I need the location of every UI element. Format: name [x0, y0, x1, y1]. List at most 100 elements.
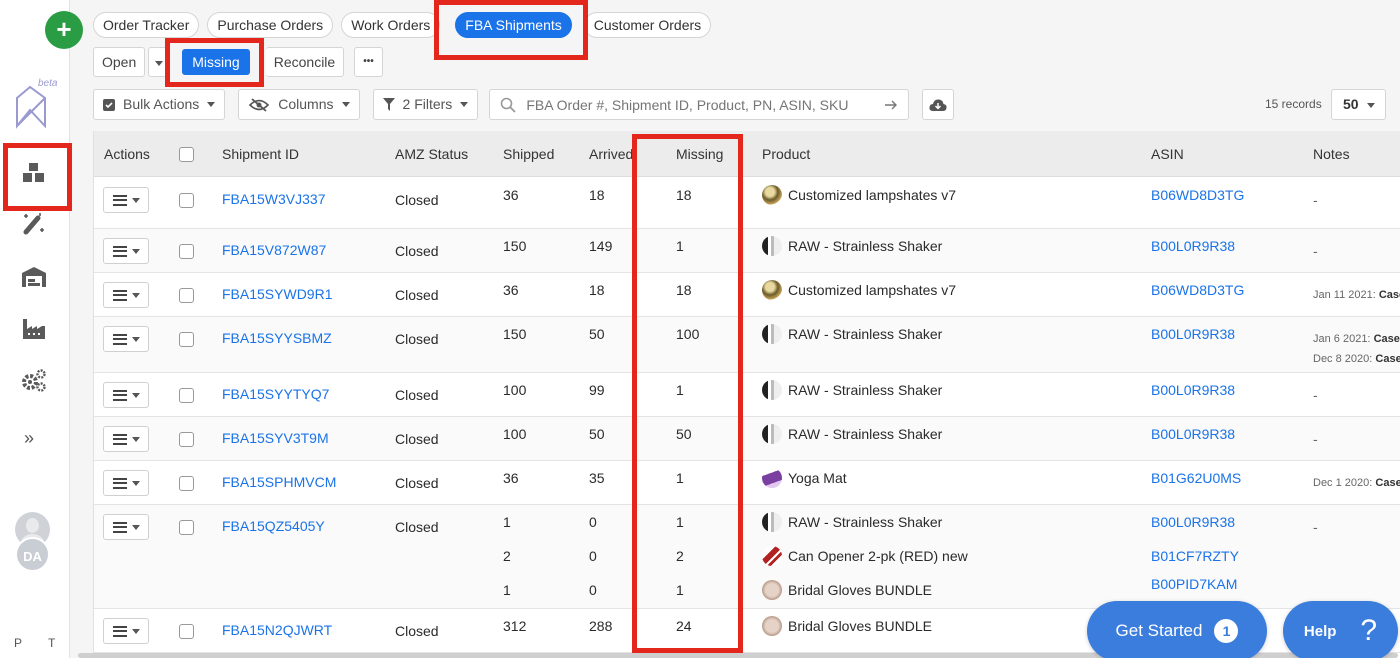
asin-link[interactable]: B06WD8D3TG: [1151, 187, 1244, 203]
product-cell[interactable]: RAW - Strainless Shaker: [762, 236, 942, 256]
tab-work-orders[interactable]: Work Orders: [341, 12, 441, 38]
row-actions-button[interactable]: [103, 618, 149, 644]
table-row[interactable]: FBA15SYV3T9M Closed 100 50 50 RAW - Strainles…: [94, 417, 1400, 461]
help-button[interactable]: Help ?: [1283, 601, 1398, 658]
shipment-id-link[interactable]: FBA15W3VJ337: [222, 191, 326, 207]
asin-link[interactable]: B00L0R9R38: [1151, 426, 1235, 442]
sidebar-item-warehouse[interactable]: [16, 262, 52, 292]
header-notes[interactable]: Notes: [1313, 146, 1350, 162]
row-checkbox[interactable]: [179, 624, 194, 639]
asin-link[interactable]: B00L0R9R38: [1151, 382, 1235, 398]
row-checkbox[interactable]: [179, 388, 194, 403]
row-actions-button[interactable]: [103, 470, 149, 496]
add-new-button[interactable]: +: [45, 11, 83, 49]
bulk-actions-button[interactable]: Bulk Actions: [93, 89, 226, 120]
shipment-id-link[interactable]: FBA15V872W87: [222, 242, 326, 258]
row-checkbox[interactable]: [179, 432, 194, 447]
shipment-id-link[interactable]: FBA15N2QJWRT: [222, 622, 332, 638]
shipment-id-link[interactable]: FBA15QZ5405Y: [222, 518, 325, 534]
open-status-button[interactable]: Open: [93, 47, 146, 77]
row-actions-button[interactable]: [103, 514, 149, 540]
search-input[interactable]: [526, 96, 875, 113]
shipment-id-link[interactable]: FBA15SPHMVCM: [222, 474, 336, 490]
product-cell[interactable]: Customized lampshates v7: [762, 280, 956, 300]
product-cell[interactable]: Customized lampshates v7: [762, 185, 956, 205]
download-button[interactable]: [922, 89, 955, 120]
product-cell[interactable]: RAW - Strainless Shaker: [762, 512, 942, 532]
product-cell[interactable]: RAW - Strainless Shaker: [762, 324, 942, 344]
product-cell[interactable]: Bridal Gloves BUNDLE: [762, 616, 932, 636]
shipment-id-link[interactable]: FBA15SYYTYQ7: [222, 386, 329, 402]
row-checkbox[interactable]: [179, 332, 194, 347]
header-arrived[interactable]: Arrived: [589, 146, 633, 162]
shipment-id-link[interactable]: FBA15SYV3T9M: [222, 430, 329, 446]
asin-link[interactable]: B00PID7KAM: [1151, 576, 1237, 592]
app-logo[interactable]: beta: [12, 78, 60, 130]
product-cell[interactable]: Bridal Gloves BUNDLE: [762, 580, 932, 600]
product-cell[interactable]: RAW - Strainless Shaker: [762, 380, 942, 400]
per-page-select[interactable]: 50: [1331, 89, 1386, 120]
columns-button[interactable]: Columns: [238, 89, 360, 120]
table-row[interactable]: FBA15SYYTYQ7 Closed 100 99 1 RAW - Strainless…: [94, 373, 1400, 417]
sidebar-item-inventory[interactable]: [16, 158, 52, 188]
shipment-id-link[interactable]: FBA15SYYSBMZ: [222, 330, 332, 346]
missing-status-button[interactable]: Missing: [182, 49, 250, 75]
note-entry[interactable]: Dec 8 2020: Case: [1313, 353, 1400, 365]
get-started-button[interactable]: Get Started 1: [1087, 601, 1267, 658]
tab-purchase-orders[interactable]: Purchase Orders: [207, 12, 334, 38]
tab-order-tracker[interactable]: Order Tracker: [93, 12, 200, 38]
header-amz-status[interactable]: AMZ Status: [395, 146, 468, 162]
table-row[interactable]: FBA15SPHMVCM Closed 36 35 1 Yoga Mat B01G62U0M…: [94, 461, 1400, 505]
sidebar-item-magic[interactable]: [16, 208, 52, 238]
footer-t-label[interactable]: T: [48, 636, 55, 650]
asin-link[interactable]: B01CF7RZTY: [1151, 548, 1239, 564]
expand-sidebar-button[interactable]: »: [24, 428, 34, 449]
tab-customer-orders[interactable]: Customer Orders: [583, 12, 712, 38]
row-checkbox[interactable]: [179, 520, 194, 535]
header-asin[interactable]: ASIN: [1151, 146, 1184, 162]
tab-fba-shipments[interactable]: FBA Shipments: [455, 12, 572, 38]
product-cell[interactable]: Can Opener 2-pk (RED) new: [762, 546, 968, 566]
note-entry[interactable]: Dec 1 2020: Case: [1313, 477, 1400, 489]
header-shipment-id[interactable]: Shipment ID: [222, 146, 299, 162]
chevron-down-icon: [131, 392, 140, 398]
note-entry[interactable]: Jan 11 2021: Case: [1313, 289, 1400, 301]
asin-link[interactable]: B06WD8D3TG: [1151, 282, 1244, 298]
asin-link[interactable]: B01G62U0MS: [1151, 470, 1241, 486]
row-checkbox[interactable]: [179, 476, 194, 491]
row-actions-button[interactable]: [103, 282, 149, 308]
table-row[interactable]: FBA15SYYSBMZ Closed 150 50 100 RAW - Strainle…: [94, 317, 1400, 373]
product-cell[interactable]: RAW - Strainless Shaker: [762, 424, 942, 444]
row-checkbox[interactable]: [179, 288, 194, 303]
reconcile-status-button[interactable]: Reconcile: [265, 47, 345, 77]
arrow-right-icon[interactable]: [884, 99, 898, 111]
table-row[interactable]: FBA15SYWD9R1 Closed 36 18 18 Customized lamps…: [94, 273, 1400, 317]
header-product[interactable]: Product: [762, 146, 810, 162]
status-dropdown-button[interactable]: [148, 47, 171, 77]
row-checkbox[interactable]: [179, 193, 194, 208]
table-row[interactable]: FBA15QZ5405Y Closed 1 0 1 RAW - Strainless Sh…: [94, 505, 1400, 609]
sidebar-item-settings[interactable]: [16, 365, 52, 395]
header-missing[interactable]: Missing: [676, 146, 723, 162]
table-row[interactable]: FBA15W3VJ337 Closed 36 18 18 Customized lamps…: [94, 177, 1400, 229]
table-row[interactable]: FBA15V872W87 Closed 150 149 1 RAW - Strainles…: [94, 229, 1400, 273]
note-entry[interactable]: Jan 6 2021: Case: [1313, 333, 1400, 345]
header-shipped[interactable]: Shipped: [503, 146, 554, 162]
asin-link[interactable]: B00L0R9R38: [1151, 514, 1235, 530]
sidebar-item-manufacturing[interactable]: [16, 314, 52, 344]
shipment-id-link[interactable]: FBA15SYWD9R1: [222, 286, 332, 302]
filters-button[interactable]: 2 Filters: [372, 89, 479, 120]
row-actions-button[interactable]: [103, 238, 149, 264]
row-actions-button[interactable]: [103, 326, 149, 352]
more-options-button[interactable]: •••: [354, 47, 383, 77]
row-checkbox[interactable]: [179, 244, 194, 259]
row-actions-button[interactable]: [103, 426, 149, 452]
user-avatar-initials[interactable]: DA: [15, 537, 50, 572]
asin-link[interactable]: B00L0R9R38: [1151, 326, 1235, 342]
asin-link[interactable]: B00L0R9R38: [1151, 238, 1235, 254]
row-actions-button[interactable]: [103, 187, 149, 213]
product-cell[interactable]: Yoga Mat: [762, 468, 847, 488]
select-all-checkbox[interactable]: [179, 147, 194, 162]
footer-p-label[interactable]: P: [14, 636, 22, 650]
row-actions-button[interactable]: [103, 382, 149, 408]
